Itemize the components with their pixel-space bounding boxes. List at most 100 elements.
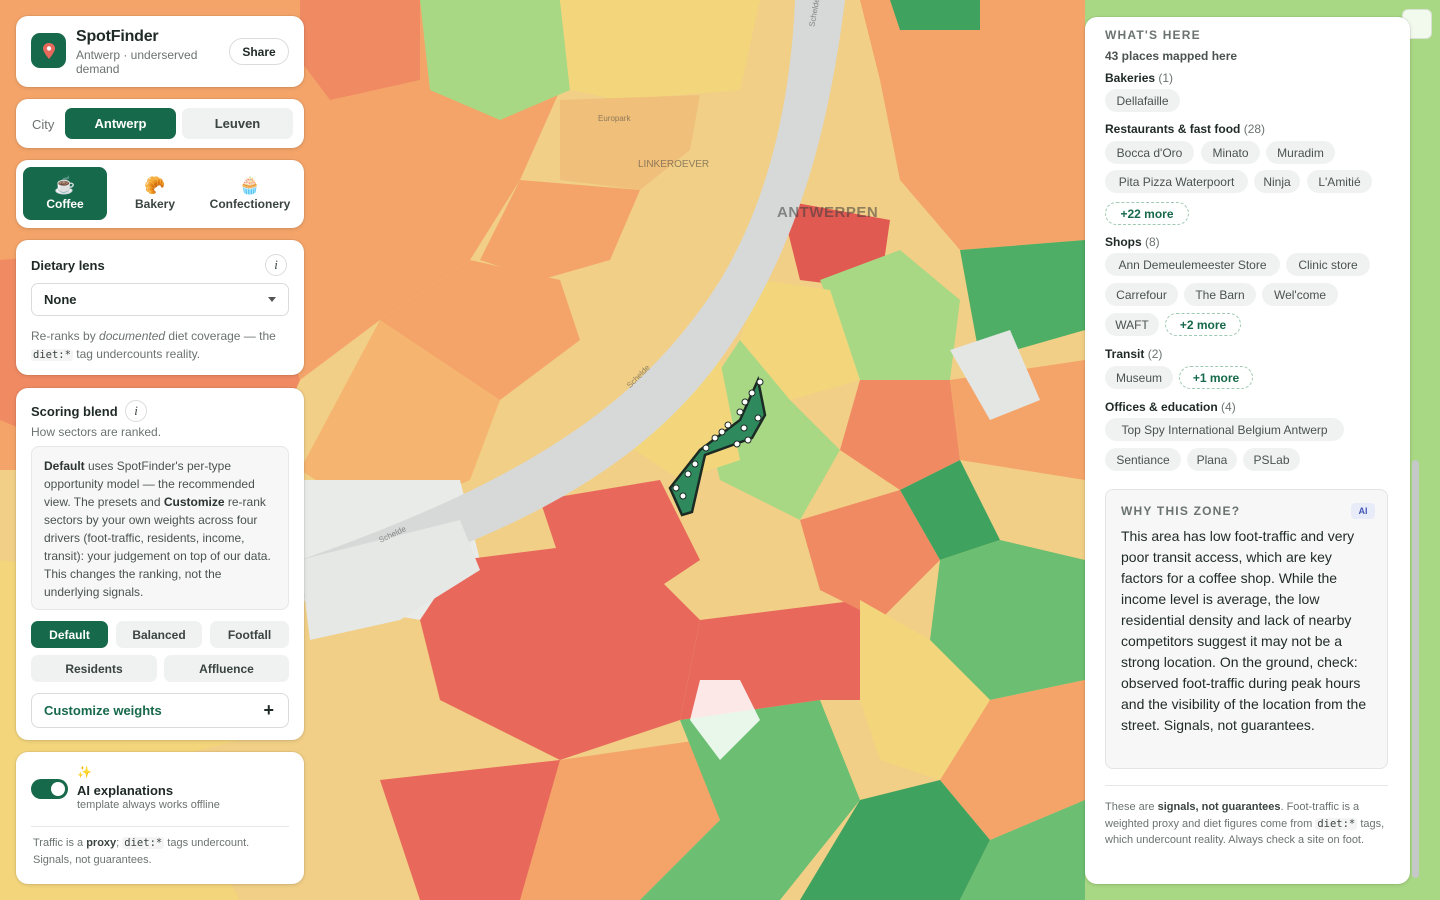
share-button[interactable]: Share [229,38,289,65]
more-places-button[interactable]: +2 more [1165,313,1241,336]
place-marker[interactable] [724,421,732,429]
city-label: City [32,117,55,132]
sparkle-icon: ✨ [77,765,92,779]
customize-weights-label: Customize weights [44,703,162,718]
why-this-zone-text: This area has low foot-traffic and very … [1121,528,1367,733]
scoring-blend-card: Scoring blend i How sectors are ranked. … [16,388,304,740]
place-chip[interactable]: Carrefour [1105,283,1178,306]
preset-footfall[interactable]: Footfall [210,621,289,648]
preset-balanced[interactable]: Balanced [116,621,202,648]
group-heading-restaurants: Restaurants & fast food (28) [1105,122,1266,136]
plus-icon: + [263,700,274,720]
divider [31,826,289,827]
ai-explanations-subtitle: template always works offline [77,799,220,811]
place-chip[interactable]: PSLab [1243,448,1300,471]
map-label-antwerpen: ANTWERPEN [777,204,879,221]
place-marker[interactable] [679,492,687,500]
scoring-blend-title: Scoring blend [31,404,118,419]
place-chip[interactable]: Wel'come [1262,283,1338,306]
place-chip[interactable]: L'Amitié [1307,170,1372,193]
map-sector[interactable] [890,0,980,30]
preset-residents[interactable]: Residents [31,655,157,682]
city-selector-card: City Antwerp Leuven [16,99,304,148]
place-marker[interactable] [748,389,756,397]
city-option-antwerp[interactable]: Antwerp [65,108,176,139]
type-label: Coffee [46,197,84,211]
cupcake-icon: 🧁 [239,176,261,195]
place-chip[interactable]: Plana [1187,448,1237,471]
type-button-bakery[interactable]: 🥐 Bakery [113,167,197,220]
map-pin-icon [42,42,55,59]
place-marker[interactable] [711,434,719,442]
brand-card: SpotFinder Antwerp · underserved demand … [16,16,304,87]
type-button-coffee[interactable]: ☕ Coffee [23,167,107,220]
ai-badge: AI [1351,503,1375,519]
place-marker[interactable] [740,424,748,432]
why-this-zone-box: WHY THIS ZONE? AI This area has low foot… [1105,489,1388,769]
dietary-help-text: Re-ranks by documented diet coverage — t… [31,329,276,361]
info-icon[interactable]: i [265,254,287,276]
dietary-lens-title: Dietary lens [31,258,105,273]
type-label: Confectionery [209,197,291,211]
place-marker[interactable] [691,460,699,468]
group-heading-shops: Shops (8) [1105,235,1160,249]
place-marker[interactable] [672,484,680,492]
place-chip[interactable]: Sentiance [1105,448,1181,471]
place-marker[interactable] [733,440,741,448]
place-marker[interactable] [756,378,764,386]
place-chip[interactable]: Top Spy International Belgium Antwerp [1105,418,1344,441]
group-heading-bakeries: Bakeries (1) [1105,71,1174,85]
place-marker[interactable] [744,436,752,444]
more-places-button[interactable]: +22 more [1105,202,1189,225]
place-marker[interactable] [718,428,726,436]
more-places-button[interactable]: +1 more [1179,366,1253,389]
why-this-zone-title: WHY THIS ZONE? [1121,504,1241,518]
info-icon[interactable]: i [125,400,147,422]
business-type-card: ☕ Coffee 🥐 Bakery 🧁 Confectionery [16,160,304,228]
group-heading-transit: Transit (2) [1105,347,1163,361]
scoring-subtitle: How sectors are ranked. [31,425,162,439]
place-chip[interactable]: Clinic store [1286,253,1370,276]
ai-explanations-title: AI explanations [77,783,174,798]
city-option-leuven[interactable]: Leuven [182,108,293,139]
app-subtitle: Antwerp · underserved demand [76,48,198,76]
group-heading-offices: Offices & education (4) [1105,400,1236,414]
place-chip[interactable]: Pita Pizza Waterpoort [1105,170,1248,193]
place-marker[interactable] [741,398,749,406]
map-sector[interactable] [560,0,760,100]
place-marker[interactable] [702,444,710,452]
place-chip[interactable]: Museum [1105,366,1173,389]
panel-scrollbar-thumb[interactable] [1412,460,1419,878]
whats-here-panel: WHAT'S HERE 43 places mapped here Bakeri… [1085,17,1410,884]
place-marker[interactable] [754,414,762,422]
place-marker[interactable] [736,408,744,416]
place-chip[interactable]: Ann Demeulemeester Store [1105,253,1280,276]
app-title: SpotFinder [76,28,159,45]
places-count: 43 places mapped here [1105,49,1238,63]
place-chip[interactable]: The Barn [1184,283,1256,306]
type-button-confectionery[interactable]: 🧁 Confectionery [203,167,297,220]
preset-default[interactable]: Default [31,621,108,648]
whats-here-title: WHAT'S HERE [1105,28,1201,42]
place-chip[interactable]: Ninja [1254,170,1300,193]
ai-explanations-card: ✨ AI explanations template always works … [16,752,304,884]
app-logo [31,33,66,68]
type-label: Bakery [134,197,176,211]
ai-explanations-toggle[interactable] [31,779,68,799]
dietary-select[interactable]: None [31,283,289,316]
customize-weights-button[interactable]: Customize weights + [31,693,289,728]
place-chip[interactable]: Minato [1201,141,1260,164]
footer-note: Traffic is a proxy; diet:* tags undercou… [33,837,250,866]
coffee-icon: ☕ [54,176,76,195]
map-label-europark: Europark [598,114,631,123]
panel-disclaimer: These are signals, not guarantees. Foot-… [1105,801,1385,846]
preset-affluence[interactable]: Affluence [164,655,289,682]
map-label-linkeroever: LINKEROEVER [638,159,710,170]
place-chip[interactable]: Dellafaille [1105,89,1180,112]
croissant-icon: 🥐 [144,176,166,195]
place-chip[interactable]: Bocca d'Oro [1105,141,1194,164]
scoring-description: Default uses SpotFinder's per-type oppor… [31,446,289,610]
place-marker[interactable] [684,470,692,478]
place-chip[interactable]: WAFT [1105,313,1159,336]
place-chip[interactable]: Muradim [1266,141,1335,164]
